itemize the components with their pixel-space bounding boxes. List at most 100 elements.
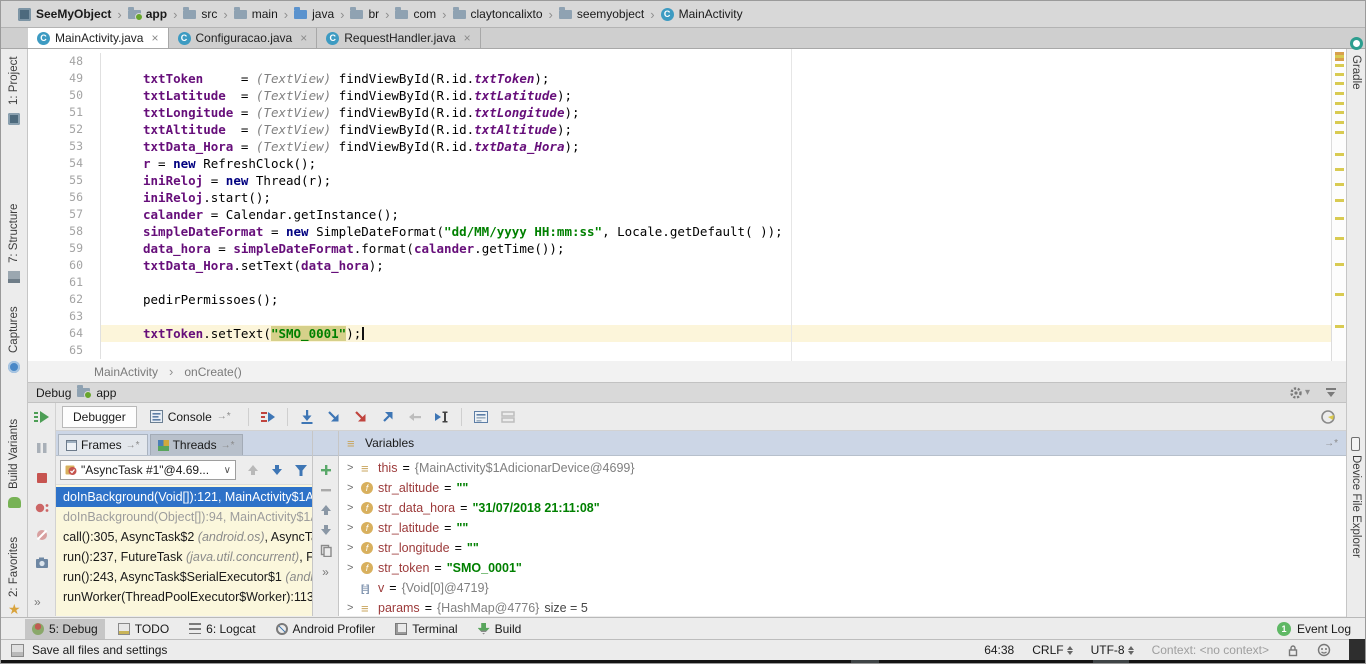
breadcrumb-item-java[interactable]: java <box>291 1 337 27</box>
filter-icon[interactable] <box>294 464 308 477</box>
code-line[interactable]: 62pedirPermissoes(); <box>28 291 1331 308</box>
expand-chevron-icon[interactable]: > <box>347 562 356 574</box>
code-line[interactable]: 65 <box>28 342 1331 359</box>
code-line[interactable]: 60txtData_Hora.setText(data_hora); <box>28 257 1331 274</box>
more-icon[interactable]: » <box>322 565 329 579</box>
view-breakpoints-icon[interactable] <box>34 500 50 516</box>
expand-chevron-icon[interactable]: > <box>347 482 356 494</box>
add-watch-icon[interactable] <box>320 464 332 476</box>
editor-tab[interactable]: RequestHandler.java× <box>317 28 480 48</box>
settings-gear-icon[interactable]: ▾ <box>1289 386 1310 400</box>
frame-row[interactable]: run():243, AsyncTask$SerialExecutor$1 (a… <box>56 567 312 587</box>
variable-row[interactable]: >str_altitude = "" <box>339 478 1346 498</box>
toolwindow-button-android-profiler[interactable]: Android Profiler <box>269 619 383 639</box>
lock-icon[interactable] <box>1287 644 1299 657</box>
code-line[interactable]: 52txtAltitude = (TextView) findViewById(… <box>28 121 1331 138</box>
tab-threads[interactable]: Threads →* <box>150 434 243 455</box>
code-line[interactable]: 49txtToken = (TextView) findViewById(R.i… <box>28 70 1331 87</box>
code-line[interactable]: 59data_hora = simpleDateFormat.format(ca… <box>28 240 1331 257</box>
expand-chevron-icon[interactable]: > <box>347 462 356 474</box>
variable-row[interactable]: >str_data_hora = "31/07/2018 21:11:08" <box>339 498 1346 518</box>
show-execution-point-icon[interactable] <box>256 407 280 427</box>
toolwindow-button-terminal[interactable]: Terminal <box>388 619 464 639</box>
move-down-icon[interactable] <box>320 524 332 536</box>
sidebar-item-2-favorites[interactable]: 2: Favorites <box>8 537 20 597</box>
close-icon[interactable]: × <box>151 31 158 45</box>
tab-frames[interactable]: Frames →* <box>58 434 148 455</box>
toolwindow-button-build[interactable]: Build <box>471 619 529 639</box>
caret-position[interactable]: 64:38 <box>984 643 1014 657</box>
code-line[interactable]: 54r = new RefreshClock(); <box>28 155 1331 172</box>
breadcrumb-item-com[interactable]: com <box>392 1 439 27</box>
code-editor[interactable]: 4849txtToken = (TextView) findViewById(R… <box>28 49 1331 361</box>
close-icon[interactable]: × <box>464 31 471 45</box>
sidebar-item-1-project[interactable]: 1: Project <box>8 56 20 105</box>
frame-up-icon[interactable] <box>246 463 260 477</box>
variable-row[interactable]: >str_token = "SMO_0001" <box>339 558 1346 578</box>
breadcrumb-item-src[interactable]: src <box>180 1 220 27</box>
more-icon[interactable]: » <box>34 595 41 609</box>
evaluate-expression-icon[interactable] <box>469 407 493 427</box>
frame-row[interactable]: runWorker(ThreadPoolExecutor$Worker):113… <box>56 587 312 607</box>
code-line[interactable]: 57calander = Calendar.getInstance(); <box>28 206 1331 223</box>
line-ending-selector[interactable]: CRLF <box>1032 643 1072 657</box>
layout-settings-icon[interactable] <box>496 407 520 427</box>
breadcrumb-item-main[interactable]: main <box>231 1 281 27</box>
move-up-icon[interactable] <box>320 504 332 516</box>
tab-console[interactable]: Console →* <box>140 406 241 428</box>
code-line[interactable]: 58simpleDateFormat = new SimpleDateForma… <box>28 223 1331 240</box>
toolwindow-button-6-logcat[interactable]: 6: Logcat <box>182 619 262 639</box>
breadcrumb-item-seemyobject[interactable]: SeeMyObject <box>15 1 114 27</box>
pause-button[interactable] <box>34 440 50 456</box>
highlighting-level-icon[interactable] <box>1317 643 1331 657</box>
breadcrumb-item-mainactivity[interactable]: MainActivity <box>658 1 746 27</box>
breadcrumb-item-seemyobject[interactable]: seemyobject <box>556 1 647 27</box>
code-line[interactable]: 61 <box>28 274 1331 291</box>
close-icon[interactable]: × <box>300 31 307 45</box>
step-into-icon[interactable] <box>322 407 346 427</box>
remove-watch-icon[interactable] <box>320 484 332 496</box>
step-out-icon[interactable] <box>376 407 400 427</box>
tab-debugger[interactable]: Debugger <box>62 406 137 428</box>
variable-row[interactable]: v = {Void[0]@4719} <box>339 578 1346 598</box>
hide-panel-icon[interactable] <box>1324 386 1338 400</box>
frame-row[interactable]: run():237, FutureTask (java.util.concurr… <box>56 547 312 567</box>
thread-selector[interactable]: "AsyncTask #1"@4.69... ∨ <box>60 460 236 480</box>
frame-row[interactable]: call():305, AsyncTask$2 (android.os), As… <box>56 527 312 547</box>
editor-tab[interactable]: MainActivity.java× <box>28 28 169 48</box>
run-to-cursor-icon[interactable] <box>430 407 454 427</box>
step-over-icon[interactable] <box>295 407 319 427</box>
code-line[interactable]: 56iniReloj.start(); <box>28 189 1331 206</box>
code-line[interactable]: 53txtData_Hora = (TextView) findViewById… <box>28 138 1331 155</box>
frame-down-icon[interactable] <box>270 463 284 477</box>
encoding-selector[interactable]: UTF-8 <box>1091 643 1134 657</box>
sidebar-item-7-structure[interactable]: 7: Structure <box>8 204 20 263</box>
code-line[interactable]: 55iniReloj = new Thread(r); <box>28 172 1331 189</box>
variable-row[interactable]: >str_longitude = "" <box>339 538 1346 558</box>
editor-tab[interactable]: Configuracao.java× <box>169 28 318 48</box>
breadcrumb-method[interactable]: onCreate() <box>184 365 241 379</box>
expand-chevron-icon[interactable]: > <box>347 602 356 614</box>
variable-row[interactable]: >str_latitude = "" <box>339 518 1346 538</box>
sidebar-item-build-variants[interactable]: Build Variants <box>8 419 20 489</box>
sidebar-item-device-file-explorer[interactable]: Device File Explorer <box>1350 455 1362 558</box>
frame-row[interactable]: doInBackground(Void[]):121, MainActivity… <box>56 487 312 507</box>
breadcrumb-item-claytoncalixto[interactable]: claytoncalixto <box>450 1 546 27</box>
clear-icon[interactable] <box>1316 407 1340 427</box>
toolwindow-button-todo[interactable]: TODO <box>111 619 176 639</box>
editor-scrollbar[interactable] <box>1331 49 1346 361</box>
drop-frame-icon[interactable] <box>403 407 427 427</box>
breadcrumb-item-app[interactable]: app <box>125 1 170 27</box>
event-log-button[interactable]: 1Event Log <box>1277 622 1351 636</box>
expand-chevron-icon[interactable]: > <box>347 522 356 534</box>
code-line[interactable]: 64txtToken.setText("SMO_0001"); <box>28 325 1331 342</box>
code-line[interactable]: 48 <box>28 53 1331 70</box>
variable-row[interactable]: >params = {HashMap@4776} size = 5 <box>339 598 1346 616</box>
expand-chevron-icon[interactable]: > <box>347 542 356 554</box>
sidebar-item-gradle[interactable]: Gradle <box>1350 55 1362 90</box>
sidebar-item-captures[interactable]: Captures <box>8 306 20 353</box>
code-line[interactable]: 50txtLatitude = (TextView) findViewById(… <box>28 87 1331 104</box>
variable-row[interactable]: >this = {MainActivity$1AdicionarDevice@4… <box>339 458 1346 478</box>
breadcrumb-item-br[interactable]: br <box>347 1 382 27</box>
code-line[interactable]: 63 <box>28 308 1331 325</box>
